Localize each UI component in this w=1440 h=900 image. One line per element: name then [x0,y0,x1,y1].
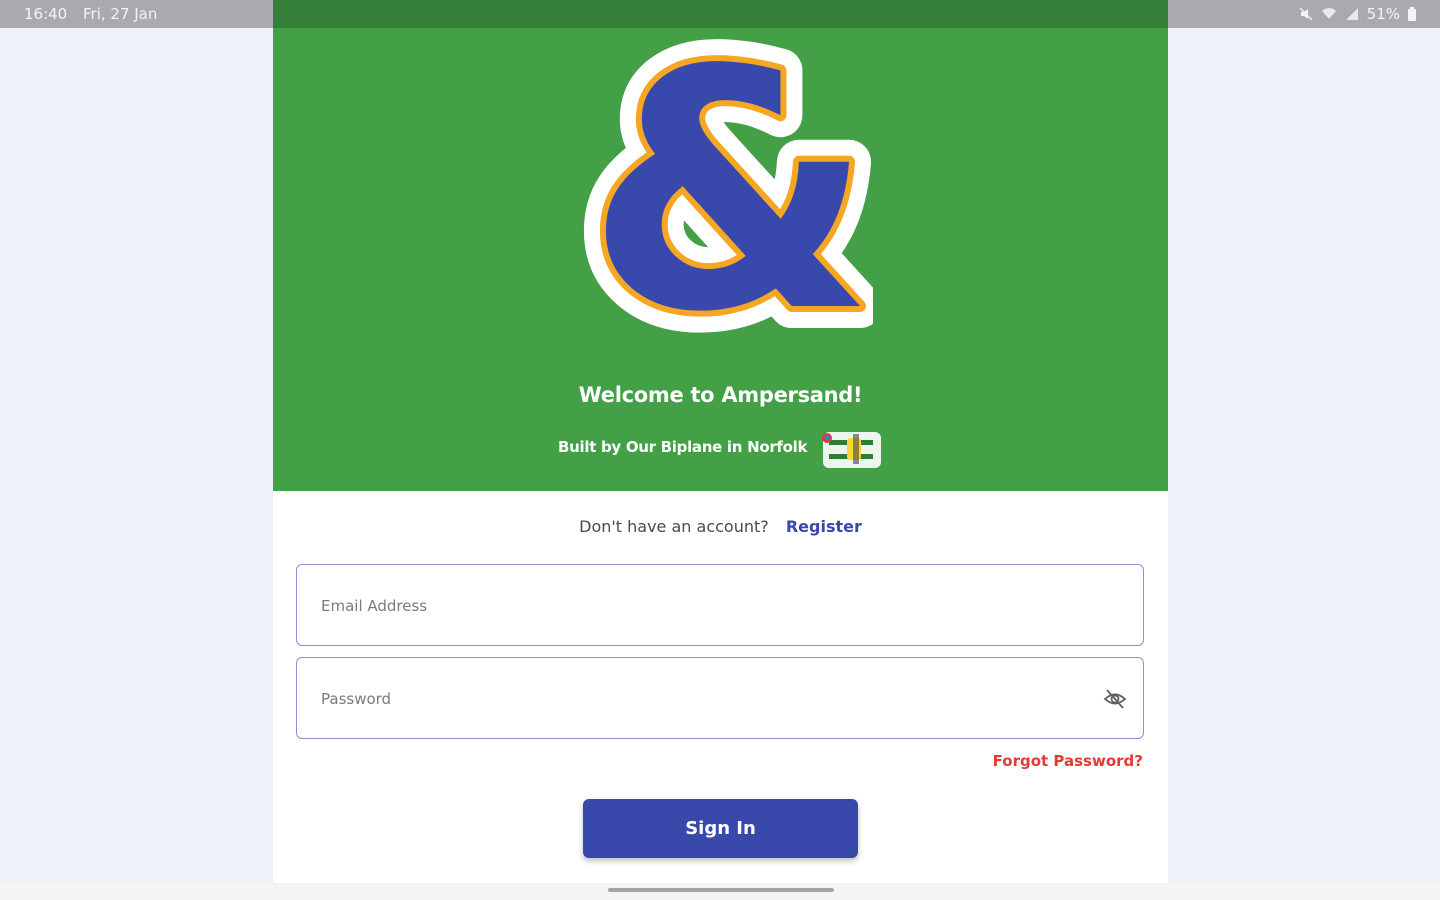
email-field[interactable] [296,564,1144,647]
forgot-password-link[interactable]: Forgot Password? [993,752,1143,770]
password-field[interactable] [296,657,1144,740]
no-account-text: Don't have an account? [579,517,769,536]
no-sound-icon [1299,7,1313,21]
status-bar-app-region [273,0,1168,28]
email-input[interactable] [319,565,1083,647]
svg-text:&: & [586,28,873,348]
password-input[interactable] [319,658,1083,740]
home-indicator[interactable] [608,888,834,892]
register-link[interactable]: Register [786,517,862,536]
battery-icon [1408,7,1416,21]
eye-off-icon[interactable] [1103,687,1127,711]
ampersand-logo: & & & [583,28,873,348]
sign-in-button[interactable]: Sign In [583,799,858,858]
signal-icon [1345,8,1358,20]
status-icons: 51% [1299,5,1416,23]
welcome-title: Welcome to Ampersand! [578,383,863,407]
status-time: 16:40 [24,5,68,23]
battery-percent: 51% [1366,5,1400,23]
biplane-icon [822,432,881,468]
hero-banner: & & & Welcome to Ampersand! Built by Our… [273,28,1168,491]
login-screen: & & & Welcome to Ampersand! Built by Our… [273,28,1168,883]
register-prompt: Don't have an account? Register [273,517,1168,536]
built-by-text: Built by Our Biplane in Norfolk [558,438,808,456]
status-date: Fri, 27 Jan [83,5,158,23]
wifi-icon [1321,8,1336,19]
